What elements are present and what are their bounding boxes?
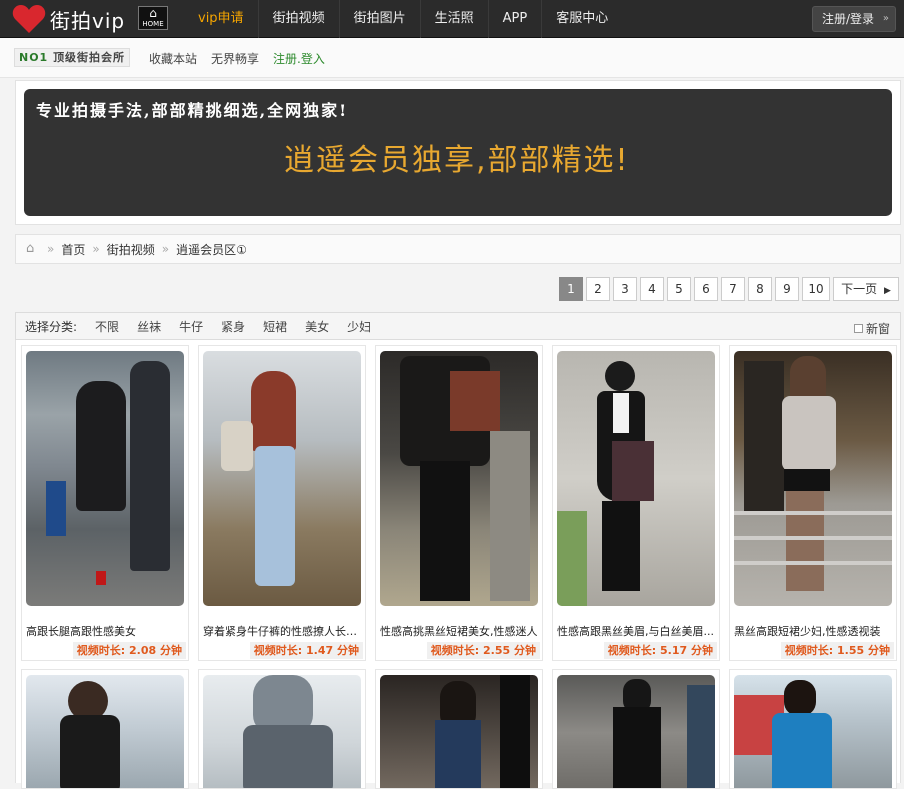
banner-container: 专业拍摄手法,部部精挑细选,全网独家! 逍遥会员独享,部部精选! <box>15 80 901 225</box>
page-1[interactable]: 1 <box>559 277 583 301</box>
breadcrumb-current[interactable]: 逍遥会员区① <box>176 241 247 258</box>
video-duration: 视频时长: 2.55 分钟 <box>426 642 540 659</box>
video-thumbnail[interactable] <box>380 351 538 606</box>
video-card[interactable] <box>21 669 189 789</box>
register-login-link[interactable]: 注册.登入 <box>273 50 325 67</box>
banner-headline: 专业拍摄手法,部部精挑细选,全网独家! <box>36 101 349 120</box>
home-button[interactable]: ⌂ HOME <box>138 6 168 30</box>
breadcrumb: ⌂ » 首页 » 街拍视频 » 逍遥会员区① <box>15 234 901 264</box>
main-nav: vip申请 街拍视频 街拍图片 生活照 APP 客服中心 <box>184 0 622 38</box>
video-card[interactable]: 性感高挑黑丝短裙美女,性感迷人 视频时长: 2.55 分钟 <box>375 345 543 661</box>
video-duration: 视频时长: 1.55 分钟 <box>780 642 894 659</box>
heart-icon <box>12 4 46 34</box>
page-8[interactable]: 8 <box>748 277 772 301</box>
page-3[interactable]: 3 <box>613 277 637 301</box>
new-window-toggle[interactable]: 新窗 <box>853 320 890 337</box>
video-thumbnail[interactable] <box>557 675 715 788</box>
category-filter: 选择分类: 不限 丝袜 牛仔 紧身 短裙 美女 少妇 新窗 <box>15 312 901 340</box>
filter-stockings[interactable]: 丝袜 <box>137 318 161 335</box>
filter-short-skirt[interactable]: 短裙 <box>263 318 287 335</box>
video-card[interactable] <box>375 669 543 789</box>
breadcrumb-home[interactable]: 首页 <box>61 241 85 258</box>
video-thumbnail[interactable] <box>557 351 715 606</box>
video-card[interactable]: 黑丝高跟短裙少妇,性感透视装 视频时长: 1.55 分钟 <box>729 345 897 661</box>
video-duration: 视频时长: 1.47 分钟 <box>249 642 363 659</box>
filter-beauty[interactable]: 美女 <box>305 318 329 335</box>
no1-badge: NO1 顶级街拍会所 <box>14 48 131 67</box>
page-9[interactable]: 9 <box>775 277 799 301</box>
site-logo[interactable]: 街拍vip <box>12 4 125 34</box>
page-7[interactable]: 7 <box>721 277 745 301</box>
filter-tight[interactable]: 紧身 <box>221 318 245 335</box>
video-title[interactable]: 性感高跟黑丝美眉,与白丝美眉... <box>557 623 717 639</box>
nav-item-app[interactable]: APP <box>487 0 542 38</box>
video-card[interactable] <box>552 669 720 789</box>
video-card[interactable] <box>198 669 366 789</box>
video-thumbnail[interactable] <box>734 351 892 606</box>
nav-item-service-center[interactable]: 客服中心 <box>541 0 622 38</box>
home-icon[interactable]: ⌂ <box>26 242 40 255</box>
sub-bar: NO1 顶级街拍会所 收藏本站 无界畅享 注册.登入 <box>0 38 904 78</box>
video-thumbnail[interactable] <box>203 675 361 788</box>
video-card[interactable]: 高跟长腿高跟性感美女 视频时长: 2.08 分钟 <box>21 345 189 661</box>
video-thumbnail[interactable] <box>26 351 184 606</box>
next-page-button[interactable]: 下一页 ▶ <box>833 277 899 301</box>
banner-slogan: 逍遥会员独享,部部精选! <box>284 143 630 178</box>
video-card[interactable] <box>729 669 897 789</box>
sub-links: 收藏本站 无界畅享 注册.登入 <box>149 50 325 67</box>
breadcrumb-videos[interactable]: 街拍视频 <box>107 241 155 258</box>
video-grid: 高跟长腿高跟性感美女 视频时长: 2.08 分钟 穿着紧身牛仔裤的性感撩人长腿.… <box>15 340 901 789</box>
pagination: 1 2 3 4 5 6 7 8 9 10 下一页 ▶ <box>559 277 899 301</box>
filter-young-woman[interactable]: 少妇 <box>347 318 371 335</box>
breadcrumb-separator: » <box>161 242 170 256</box>
page-2[interactable]: 2 <box>586 277 610 301</box>
page-6[interactable]: 6 <box>694 277 718 301</box>
video-card[interactable]: 性感高跟黑丝美眉,与白丝美眉... 视频时长: 5.17 分钟 <box>552 345 720 661</box>
video-thumbnail[interactable] <box>734 675 892 788</box>
filter-denim[interactable]: 牛仔 <box>179 318 203 335</box>
nav-item-street-videos[interactable]: 街拍视频 <box>257 0 339 38</box>
video-duration: 视频时长: 2.08 分钟 <box>72 642 186 659</box>
chevron-right-icon: ▶ <box>883 286 891 296</box>
page-5[interactable]: 5 <box>667 277 691 301</box>
top-navbar: 街拍vip ⌂ HOME vip申请 街拍视频 街拍图片 生活照 APP 客服中… <box>0 0 904 38</box>
video-title[interactable]: 高跟长腿高跟性感美女 <box>26 623 186 639</box>
page-10[interactable]: 10 <box>802 277 830 301</box>
video-card[interactable]: 穿着紧身牛仔裤的性感撩人长腿... 视频时长: 1.47 分钟 <box>198 345 366 661</box>
video-thumbnail[interactable] <box>203 351 361 606</box>
new-window-checkbox[interactable] <box>853 324 863 333</box>
login-label: 注册/登录 <box>822 12 875 26</box>
filter-label: 选择分类: <box>25 319 78 334</box>
page-4[interactable]: 4 <box>640 277 664 301</box>
breadcrumb-separator: » <box>92 242 100 256</box>
logo-text: 街拍vip <box>50 8 126 33</box>
nav-item-life-photos[interactable]: 生活照 <box>419 0 488 38</box>
video-thumbnail[interactable] <box>380 675 538 788</box>
promo-banner[interactable]: 专业拍摄手法,部部精挑细选,全网独家! 逍遥会员独享,部部精选! <box>24 89 892 216</box>
chevron-down-icon: » <box>882 13 889 24</box>
nav-item-vip-apply[interactable]: vip申请 <box>184 0 258 38</box>
video-duration: 视频时长: 5.17 分钟 <box>603 642 717 659</box>
breadcrumb-separator: » <box>47 242 55 256</box>
video-title[interactable]: 性感高挑黑丝短裙美女,性感迷人 <box>380 623 540 639</box>
video-thumbnail[interactable] <box>26 675 184 788</box>
no1-badge-text: 顶级街拍会所 <box>53 51 126 64</box>
video-title[interactable]: 穿着紧身牛仔裤的性感撩人长腿... <box>203 623 363 639</box>
bookmark-link[interactable]: 收藏本站 <box>149 50 197 67</box>
next-page-label: 下一页 <box>841 282 878 296</box>
nav-item-street-photos[interactable]: 街拍图片 <box>338 0 420 38</box>
unlimited-link[interactable]: 无界畅享 <box>211 50 259 67</box>
login-register-button[interactable]: 注册/登录 » <box>812 6 896 32</box>
filter-all[interactable]: 不限 <box>95 318 119 335</box>
new-window-label: 新窗 <box>865 322 890 336</box>
home-badge-label: HOME <box>142 20 164 28</box>
no1-badge-prefix: NO1 <box>19 51 49 64</box>
home-icon: ⌂ <box>149 6 157 20</box>
video-title[interactable]: 黑丝高跟短裙少妇,性感透视装 <box>734 623 894 639</box>
